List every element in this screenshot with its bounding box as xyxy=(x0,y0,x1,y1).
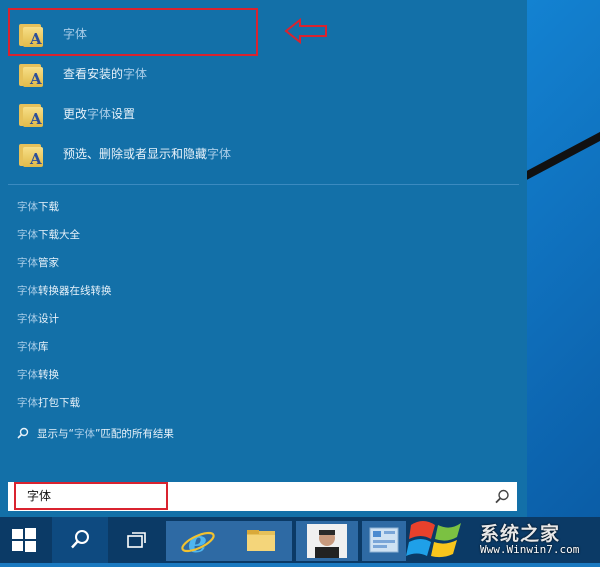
suggestion-item[interactable]: 字体转换器在线转换 xyxy=(17,281,112,301)
watermark-title: 系统之家 xyxy=(480,523,561,545)
task-view-icon xyxy=(127,532,146,548)
search-icon xyxy=(17,427,29,439)
taskbar-app-control-panel[interactable] xyxy=(362,521,406,561)
item-label: 更改字体设置 xyxy=(63,106,136,121)
search-icon xyxy=(71,530,89,549)
annotation-search-highlight-box xyxy=(14,482,168,510)
taskbar-app-internet-explorer[interactable]: e xyxy=(166,521,230,561)
show-all-results-label: 显示与“字体”匹配的所有结果 xyxy=(37,427,174,440)
show-all-results-link[interactable]: 显示与“字体”匹配的所有结果 xyxy=(17,423,174,443)
task-view-button[interactable] xyxy=(112,517,162,563)
taskbar-app-user-photo[interactable] xyxy=(296,521,358,561)
suggestion-item[interactable]: 字体库 xyxy=(17,337,49,357)
font-folder-icon: A xyxy=(17,58,47,88)
best-match-item-view-installed-fonts[interactable]: A 查看安装的字体 xyxy=(8,55,508,91)
start-button[interactable] xyxy=(0,517,48,563)
section-divider xyxy=(8,184,519,185)
person-photo-icon xyxy=(307,524,347,558)
font-folder-icon: A xyxy=(17,98,47,128)
annotation-arrow-icon xyxy=(284,18,327,44)
windows-logo-icon xyxy=(12,528,36,552)
suggestion-item[interactable]: 字体设计 xyxy=(17,309,59,329)
internet-explorer-icon: e xyxy=(181,525,215,560)
start-search-panel: A 字体 A 查看安装的字体 A 更改字体设置 A 预选、删除或者显示和隐藏字体… xyxy=(0,0,527,517)
suggestion-item[interactable]: 字体下载大全 xyxy=(17,225,80,245)
item-label: 查看安装的字体 xyxy=(63,66,148,81)
suggestion-item[interactable]: 字体转换 xyxy=(17,365,59,385)
item-label: 预选、删除或者显示和隐藏字体 xyxy=(63,146,232,161)
svg-text:e: e xyxy=(188,525,207,560)
suggestion-item[interactable]: 字体打包下载 xyxy=(17,393,80,413)
folder-icon xyxy=(247,530,275,551)
best-match-item-preview-delete-fonts[interactable]: A 预选、删除或者显示和隐藏字体 xyxy=(8,135,508,171)
control-panel-icon xyxy=(369,527,399,553)
taskbar-app-file-explorer[interactable] xyxy=(230,521,292,561)
suggestion-item[interactable]: 字体下载 xyxy=(17,197,59,217)
search-button-icon[interactable] xyxy=(493,488,511,506)
watermark-url: Www.Winwin7.com xyxy=(480,543,580,556)
windows-flag-logo-icon xyxy=(406,521,461,558)
best-match-item-change-font-settings[interactable]: A 更改字体设置 xyxy=(8,95,508,131)
annotation-highlight-box xyxy=(8,8,258,56)
taskbar-search-button[interactable] xyxy=(52,517,108,563)
font-folder-icon: A xyxy=(17,138,47,168)
suggestion-item[interactable]: 字体管家 xyxy=(17,253,59,273)
